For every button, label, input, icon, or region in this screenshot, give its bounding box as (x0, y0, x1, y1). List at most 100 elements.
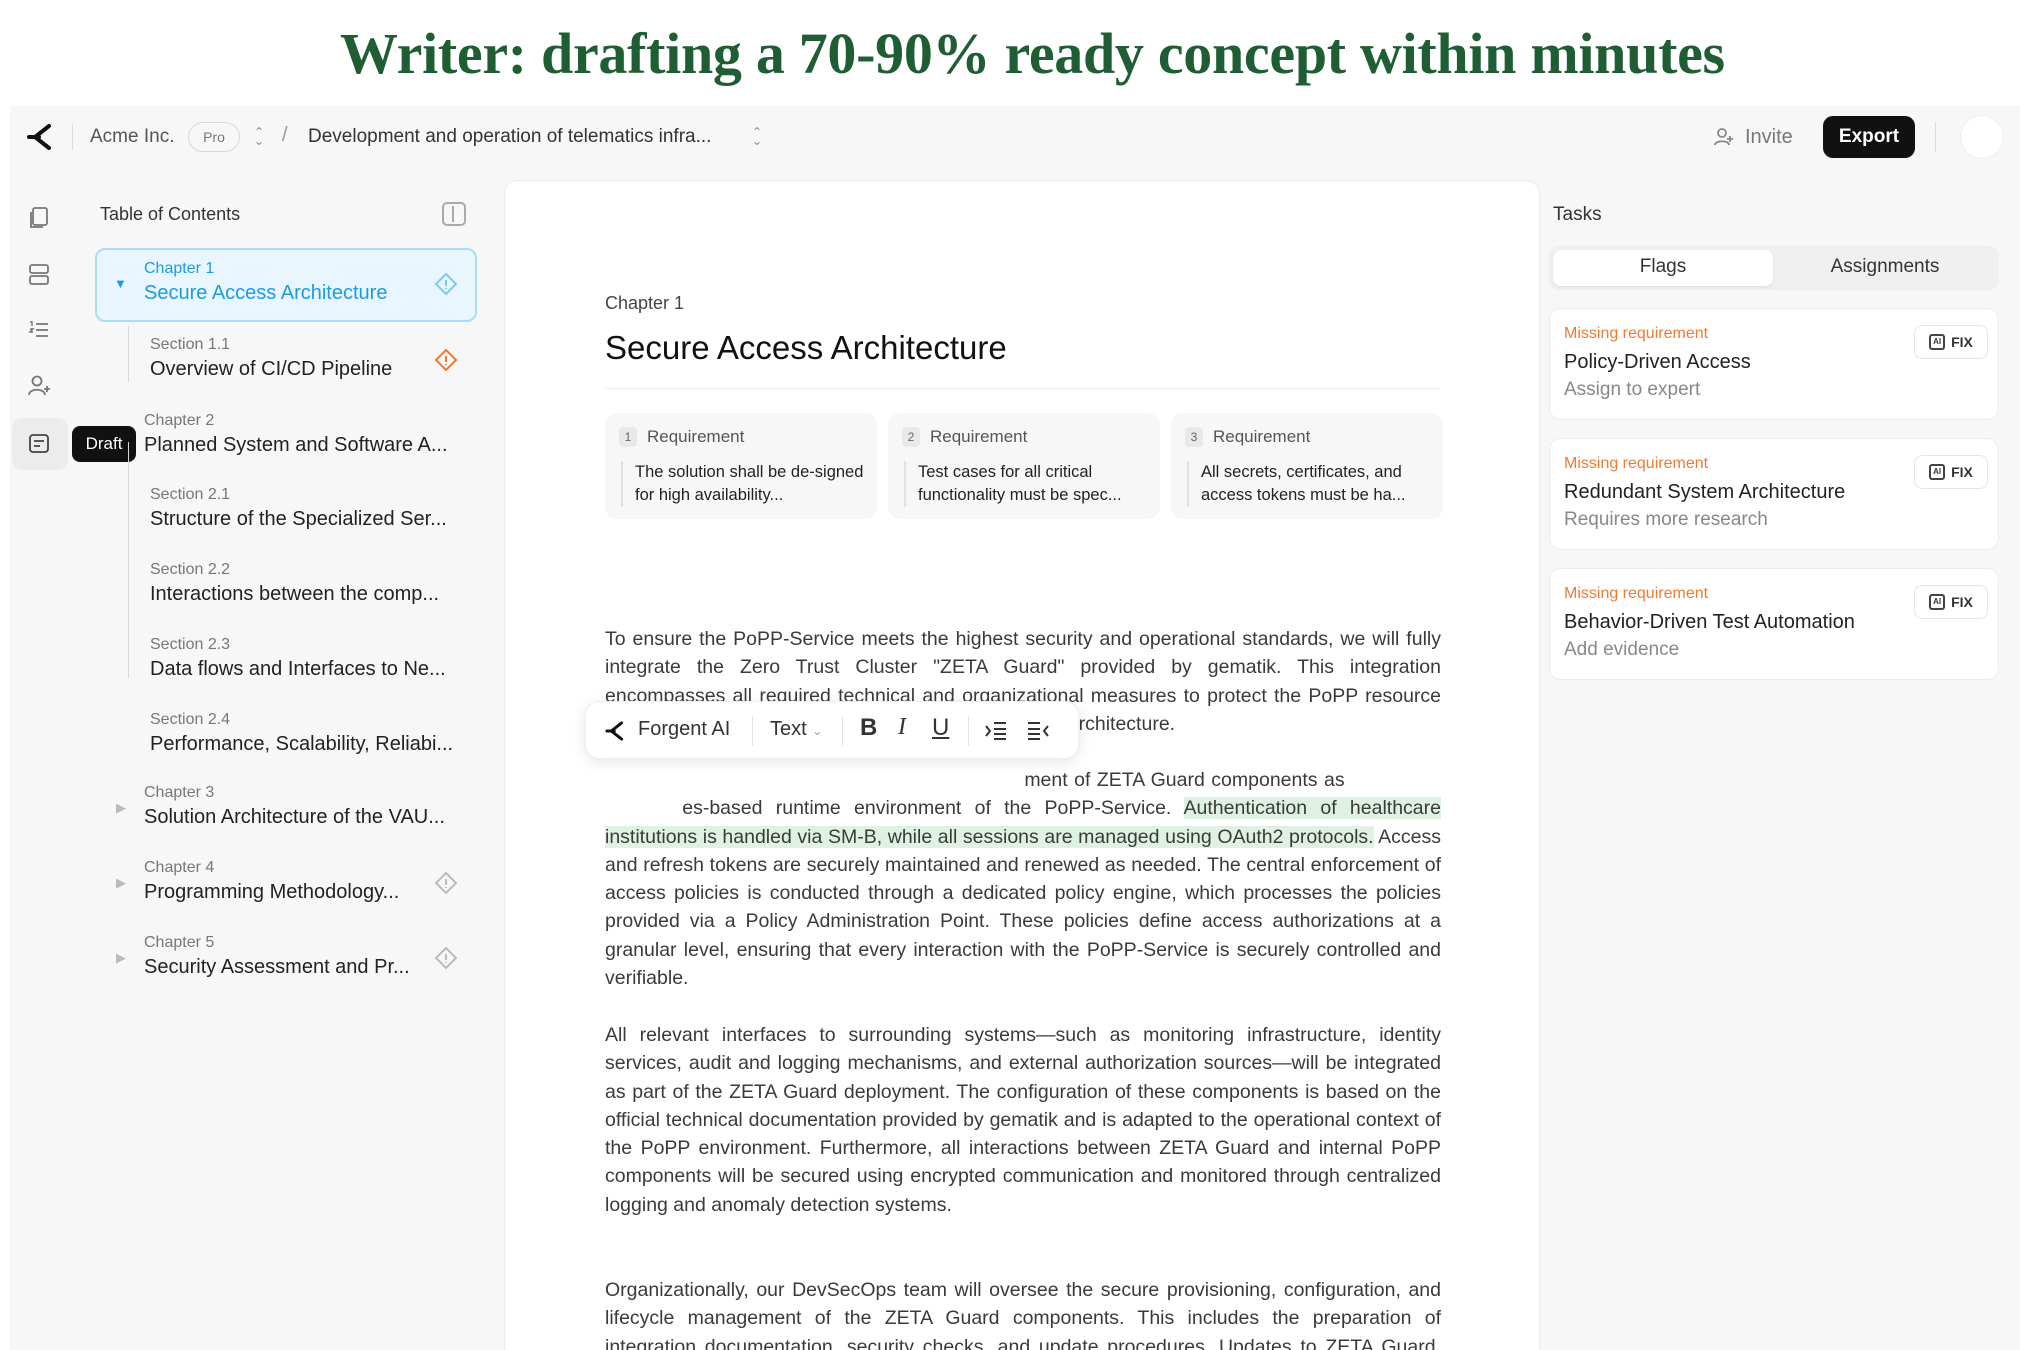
divider (752, 716, 753, 746)
task-subtitle[interactable]: Add evidence (1564, 639, 1679, 661)
toc-item-label: Overview of CI/CD Pipeline (150, 358, 393, 380)
tasks-title: Tasks (1553, 204, 1602, 225)
toc-item-section-2-4[interactable]: Section 2.4 Performance, Scalability, Re… (150, 711, 453, 756)
toc-item-label: Solution Architecture of the VAU... (144, 806, 445, 828)
paragraph-text: Access and refresh tokens are securely m… (605, 825, 1441, 990)
toc-item-chapter-2[interactable]: Chapter 2 Planned System and Software A.… (144, 412, 448, 457)
user-add-icon[interactable] (23, 370, 55, 402)
task-card[interactable]: Missing requirement Redundant System Arc… (1549, 438, 1999, 550)
flag-diamond-icon[interactable] (434, 871, 458, 895)
flag-diamond-icon[interactable] (434, 348, 458, 372)
divider (968, 716, 969, 746)
chapter-title[interactable]: Secure Access Architecture (605, 329, 1007, 367)
toc-item-section-1-1[interactable]: Section 1.1 Overview of CI/CD Pipeline (150, 336, 392, 381)
toc-item-kicker: Chapter 5 (144, 934, 215, 951)
document-switcher-icon[interactable]: ⌃ ⌄ (750, 126, 764, 147)
org-name[interactable]: Acme Inc. (90, 126, 174, 148)
requirement-number: 2 (902, 427, 920, 447)
toc-item-kicker: Section 2.3 (150, 636, 231, 653)
toc-title: Table of Contents (100, 204, 241, 224)
paragraph[interactable]: This includes the deployment and configu… (605, 766, 1441, 992)
toc-item-section-2-1[interactable]: Section 2.1 Structure of the Specialized… (150, 486, 447, 531)
document-editor[interactable]: Chapter 1 Secure Access Architecture 1 R… (504, 180, 1540, 1350)
italic-button[interactable]: I (898, 714, 906, 741)
toc-item-label: Planned System and Software A... (144, 434, 448, 456)
paragraph-text: es-based runtime environment of the (682, 797, 1032, 820)
toc-item-section-2-2[interactable]: Section 2.2 Interactions between the com… (150, 561, 439, 606)
tab-assignments[interactable]: Assignments (1775, 256, 1995, 278)
toc-item-chapter-3[interactable]: Chapter 3 Solution Architecture of the V… (144, 784, 445, 829)
flag-diamond-icon[interactable] (434, 946, 458, 970)
underline-button[interactable]: U (932, 714, 949, 742)
paragraph[interactable]: All relevant interfaces to surrounding s… (605, 1021, 1441, 1219)
task-subtitle[interactable]: Requires more research (1564, 509, 1768, 531)
files-icon[interactable] (23, 202, 55, 234)
hidden-text: This includes the deployment and configu… (605, 769, 1018, 791)
chapter-label: Chapter 1 (605, 293, 685, 313)
draft-tooltip: Draft (72, 426, 136, 462)
requirement-text: Test cases for all critical functionalit… (904, 461, 1148, 507)
ai-icon: AI (1929, 334, 1946, 350)
ai-icon: AI (1929, 464, 1946, 480)
divider (72, 124, 73, 150)
requirement-label: Requirement (930, 427, 1028, 446)
forgent-ai-button[interactable]: Forgent AI (638, 718, 730, 741)
requirement-number: 3 (1185, 427, 1203, 447)
layers-icon[interactable] (23, 258, 55, 290)
toc-item-kicker: Chapter 1 (144, 260, 215, 277)
tree-line (128, 326, 129, 382)
sidebar-toggle-icon[interactable] (442, 202, 466, 226)
toc-item-chapter-5[interactable]: Chapter 5 Security Assessment and Pr... (144, 934, 410, 979)
divider (1935, 122, 1936, 152)
chevron-right-icon[interactable]: ▶ (116, 800, 126, 816)
task-kind: Missing requirement (1564, 455, 1709, 472)
divider (842, 716, 843, 746)
chevron-right-icon[interactable]: ▶ (116, 875, 126, 891)
paragraph-text: PoPP-Service. (1044, 797, 1184, 820)
draft-icon[interactable] (23, 428, 55, 460)
toc-item-chapter-1[interactable]: Chapter 1 Secure Access Architecture (144, 260, 387, 305)
avatar[interactable] (1960, 115, 2004, 159)
export-button[interactable]: Export (1823, 116, 1915, 158)
toc-item-kicker: Chapter 4 (144, 859, 215, 876)
invite-label: Invite (1745, 125, 1793, 148)
plan-badge: Pro (188, 122, 240, 152)
chevron-down-icon: ⌄ (812, 724, 823, 738)
divider (605, 388, 1441, 389)
task-subtitle[interactable]: Assign to expert (1564, 379, 1700, 401)
fix-button[interactable]: AI FIX (1914, 455, 1988, 489)
invite-button[interactable]: Invite (1713, 122, 1793, 152)
writer-app: Acme Inc. Pro ⌃ ⌄ / Development and opera… (10, 106, 2020, 1350)
org-switcher-icon[interactable]: ⌃ ⌄ (252, 126, 266, 147)
toc-item-section-2-3[interactable]: Section 2.3 Data flows and Interfaces to… (150, 636, 446, 681)
requirement-card[interactable]: 1 Requirement The solution shall be de-s… (605, 413, 877, 519)
requirement-text: All secrets, certificates, and access to… (1187, 461, 1431, 507)
requirement-label: Requirement (647, 427, 745, 446)
flag-diamond-icon[interactable] (434, 272, 458, 296)
forgent-logo-icon (605, 721, 624, 741)
task-card[interactable]: Missing requirement Behavior-Driven Test… (1549, 568, 1999, 680)
indent-icon[interactable] (984, 720, 1008, 742)
fix-button[interactable]: AI FIX (1914, 585, 1988, 619)
requirement-card[interactable]: 3 Requirement All secrets, certificates,… (1171, 413, 1443, 519)
forgent-logo-icon[interactable] (25, 122, 55, 152)
text-style-dropdown[interactable]: Text ⌄ (770, 718, 822, 741)
fix-button[interactable]: AI FIX (1914, 325, 1988, 359)
list-icon[interactable] (23, 314, 55, 346)
document-title[interactable]: Development and operation of telematics … (308, 126, 711, 148)
top-bar: Acme Inc. Pro ⌃ ⌄ / Development and opera… (10, 106, 2020, 166)
chevron-right-icon[interactable]: ▶ (116, 950, 126, 966)
paragraph[interactable]: Organizationally, our DevSecOps team wil… (605, 1276, 1441, 1350)
bold-button[interactable]: B (860, 714, 877, 742)
tab-flags[interactable]: Flags (1553, 256, 1773, 278)
chevron-down-icon[interactable]: ▼ (114, 276, 127, 291)
fix-label: FIX (1951, 334, 1973, 350)
outdent-icon[interactable] (1026, 720, 1050, 742)
requirement-card[interactable]: 2 Requirement Test cases for all critica… (888, 413, 1160, 519)
task-card[interactable]: Missing requirement Policy-Driven Access… (1549, 308, 1999, 420)
toc-item-chapter-4[interactable]: Chapter 4 Programming Methodology... (144, 859, 399, 904)
fix-label: FIX (1951, 464, 1973, 480)
toc-item-label: Security Assessment and Pr... (144, 956, 410, 978)
toc-item-label: Data flows and Interfaces to Ne... (150, 658, 446, 680)
task-title: Policy-Driven Access (1564, 351, 1751, 373)
